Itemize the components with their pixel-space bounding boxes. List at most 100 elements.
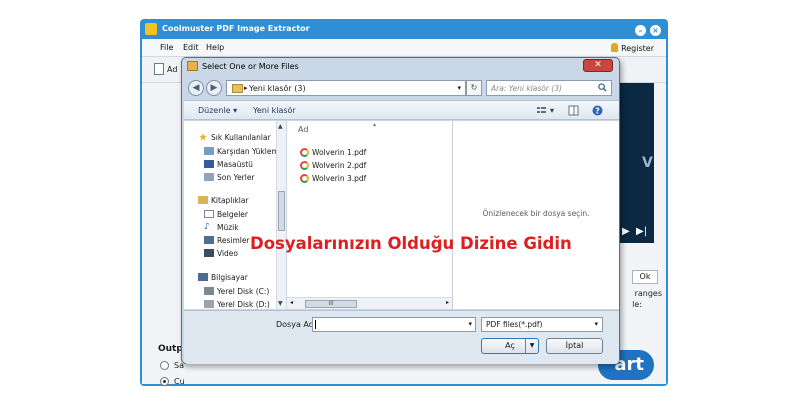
minimize-icon[interactable]: – [635, 25, 646, 36]
add-file-label: Ad [167, 65, 178, 74]
back-icon[interactable]: ◀ [188, 80, 204, 96]
view-options-icon[interactable] [536, 105, 547, 116]
nav-disk-c[interactable]: Yerel Disk (C:) [217, 287, 269, 296]
download-icon [204, 147, 214, 155]
scroll-right-icon[interactable]: ▸ [446, 299, 449, 306]
file-list: Ad ▴ Wolverin 1.pdf Wolverin 2.pdf Wolve… [287, 121, 452, 309]
search-icon[interactable] [598, 83, 607, 92]
cancel-button[interactable]: İptal [546, 338, 603, 354]
nav-music[interactable]: Müzik [217, 223, 239, 232]
file-dialog: Select One or More Files ✕ ◀ ▶ ▸ Yeni kl… [181, 57, 620, 364]
last-page-icon[interactable]: ▶| [636, 226, 647, 237]
dialog-footer: Dosya Adı: ▾ PDF files(*.pdf) ▾ Aç ▼ İpt… [184, 310, 619, 364]
nav-pictures[interactable]: Resimler [217, 236, 250, 245]
file-item[interactable]: Wolverin 2.pdf [300, 161, 366, 170]
scroll-down-icon[interactable]: ▼ [278, 300, 283, 307]
app-title-bar: Coolmuster PDF Image Extractor – × [140, 19, 668, 39]
menu-bar: File Edit Help Register [142, 39, 666, 57]
radio-custom[interactable] [160, 377, 169, 386]
file-type-select[interactable]: PDF files(*.pdf) ▾ [481, 317, 603, 332]
search-placeholder: Ara: Yeni klasör (3) [491, 84, 562, 93]
chevron-down-icon: ▾ [594, 320, 598, 328]
file-name: Wolverin 1.pdf [312, 148, 367, 157]
nav-favorites[interactable]: Sık Kullanılanlar [211, 133, 271, 142]
radio-save-same[interactable] [160, 361, 169, 370]
nav-documents[interactable]: Belgeler [217, 210, 248, 219]
pdf-file-icon [300, 161, 309, 170]
file-item[interactable]: Wolverin 1.pdf [300, 148, 366, 157]
nav-disk-d[interactable]: Yerel Disk (D:) [217, 300, 270, 309]
libraries-icon [198, 196, 208, 204]
forward-icon[interactable]: ▶ [206, 80, 222, 96]
disk-d-icon [204, 300, 214, 308]
open-button[interactable]: Aç ▼ [481, 338, 539, 354]
folder-icon [232, 84, 243, 93]
desktop-icon [204, 160, 214, 168]
overlay-caption: Dosyalarınızın Olduğu Dizine Gidin [250, 234, 572, 253]
organize-menu[interactable]: Düzenle ▾ [198, 106, 237, 115]
video-icon [204, 249, 214, 257]
new-folder-button[interactable]: Yeni klasör [253, 106, 296, 115]
nav-scroll-thumb[interactable] [278, 191, 285, 231]
menu-edit[interactable]: Edit [183, 43, 199, 52]
recent-places-icon [204, 173, 214, 181]
filename-dropdown-icon[interactable]: ▾ [468, 320, 472, 328]
breadcrumb-arrow-icon: ▸ [244, 84, 248, 92]
filename-input[interactable]: ▾ [312, 317, 476, 332]
page-ok-field[interactable]: Ok [632, 270, 658, 284]
disk-c-icon [204, 287, 214, 295]
preview-pane: Önizlenecek bir dosya seçin. [452, 121, 619, 309]
column-header-name[interactable]: Ad [298, 125, 308, 134]
dialog-title-bar: Select One or More Files ✕ [182, 58, 619, 76]
app-logo-icon [145, 23, 157, 35]
file-list-hscrollbar[interactable]: ◂ III ▸ [287, 297, 452, 309]
command-bar: Düzenle ▾ Yeni klasör ▾ ? [184, 100, 619, 120]
file-name: Wolverin 3.pdf [312, 174, 367, 183]
star-icon [199, 133, 207, 141]
preview-pane-icon[interactable] [568, 105, 579, 116]
documents-icon [204, 210, 214, 218]
file-name: Wolverin 2.pdf [312, 161, 367, 170]
add-file-icon [154, 63, 164, 75]
app-title: Coolmuster PDF Image Extractor [162, 24, 310, 33]
nav-desktop[interactable]: Masaüstü [217, 160, 253, 169]
sort-indicator-icon: ▴ [373, 121, 377, 128]
nav-downloads[interactable]: Karşıdan Yüklem [217, 147, 279, 156]
view-dropdown-icon[interactable]: ▾ [550, 106, 554, 115]
music-icon: ♪ [204, 222, 210, 232]
nav-scrollbar[interactable]: ▲ ▼ [276, 121, 286, 309]
preview-panel: V ▶ ▶| [618, 83, 654, 243]
radio-custom-label: Cu [174, 377, 185, 386]
address-row: ◀ ▶ ▸ Yeni klasör (3) ▾ ↻ Ara: Yeni klas… [184, 77, 619, 99]
nav-recent[interactable]: Son Yerler [217, 173, 255, 182]
scroll-up-icon[interactable]: ▲ [278, 123, 283, 130]
close-icon[interactable]: × [650, 25, 661, 36]
register-link[interactable]: Register [611, 43, 654, 53]
nav-computer[interactable]: Bilgisayar [211, 273, 248, 282]
address-dropdown-icon[interactable]: ▾ [457, 84, 461, 92]
navigation-pane: Sık Kullanılanlar Karşıdan Yüklem Masaüs… [184, 121, 286, 309]
pictures-icon [204, 236, 214, 244]
address-bar[interactable]: ▸ Yeni klasör (3) ▾ [226, 80, 466, 96]
menu-help[interactable]: Help [206, 43, 224, 52]
pdf-file-icon [300, 148, 309, 157]
pdf-file-icon [300, 174, 309, 183]
register-label: Register [621, 44, 654, 53]
file-item[interactable]: Wolverin 3.pdf [300, 174, 366, 183]
nav-video[interactable]: Video [217, 249, 238, 258]
nav-libraries[interactable]: Kitaplıklar [211, 196, 249, 205]
next-page-icon[interactable]: ▶ [622, 226, 630, 237]
menu-file[interactable]: File [160, 43, 173, 52]
search-input[interactable]: Ara: Yeni klasör (3) [486, 80, 612, 96]
help-icon[interactable]: ? [592, 105, 603, 116]
ranges-sub-label: le: [632, 300, 642, 309]
open-split-dropdown-icon[interactable]: ▼ [525, 339, 538, 353]
refresh-icon[interactable]: ↻ [466, 80, 482, 96]
add-file-button[interactable]: Ad [154, 63, 177, 75]
hscroll-thumb[interactable]: III [305, 300, 357, 308]
dialog-close-button[interactable]: ✕ [583, 59, 613, 72]
computer-icon [198, 273, 208, 281]
scroll-left-icon[interactable]: ◂ [290, 299, 293, 306]
preview-placeholder: Önizlenecek bir dosya seçin. [482, 209, 590, 218]
key-icon [611, 43, 619, 52]
